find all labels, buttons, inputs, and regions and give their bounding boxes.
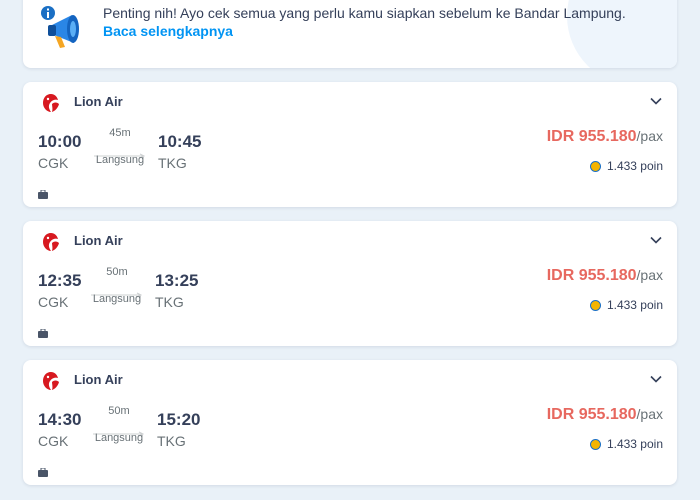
stops-label: Langsung	[92, 293, 142, 305]
coin-icon	[589, 299, 601, 311]
price-unit: /pax	[636, 267, 663, 283]
lion-air-logo-icon	[40, 370, 62, 392]
reward-points: 1.433 poin	[589, 298, 663, 312]
arrival-airport-code: TKG	[158, 155, 187, 171]
price: IDR 955.180/pax	[547, 128, 663, 146]
arrival-airport-code: TKG	[155, 294, 184, 310]
flight-card[interactable]: Lion Air 10:00 CGK 45m Langsung 10:45 TK…	[23, 82, 677, 207]
chevron-down-icon[interactable]	[649, 233, 663, 247]
departure-time: 12:35	[38, 271, 82, 290]
price-unit: /pax	[636, 128, 663, 144]
departure-airport-code: CGK	[38, 433, 69, 449]
points-value: 1.433 poin	[606, 159, 663, 173]
arrival-airport-code: TKG	[157, 433, 186, 449]
duration-arrow-icon	[91, 285, 143, 298]
baggage-icon	[38, 464, 48, 477]
coin-icon	[589, 438, 601, 450]
flight-duration: 45m	[109, 127, 131, 139]
departure-time: 10:00	[38, 132, 82, 151]
baggage-icon	[38, 325, 48, 338]
airline-name: Lion Air	[74, 233, 123, 248]
banner-text: Penting nih! Ayo cek semua yang perlu ka…	[103, 5, 626, 21]
lion-air-logo-icon	[40, 231, 62, 253]
price-amount: IDR 955.180	[546, 128, 637, 145]
duration-arrow-icon	[94, 146, 146, 159]
baggage-icon	[38, 186, 48, 199]
airline-name: Lion Air	[74, 94, 123, 109]
lion-air-logo-icon	[40, 92, 62, 114]
info-banner: Penting nih! Ayo cek semua yang perlu ka…	[23, 0, 677, 68]
price-amount: IDR 955.180	[546, 406, 637, 423]
price-amount: IDR 955.180	[546, 267, 637, 284]
airline-name: Lion Air	[74, 372, 123, 387]
points-value: 1.433 poin	[606, 437, 663, 451]
read-more-link[interactable]: Baca selengkapnya	[103, 23, 233, 39]
arrival-time: 10:45	[158, 132, 202, 151]
price: IDR 955.180/pax	[547, 406, 663, 424]
departure-time: 14:30	[38, 410, 82, 429]
flight-duration: 50m	[106, 266, 128, 278]
arrival-time: 15:20	[157, 410, 201, 429]
price: IDR 955.180/pax	[547, 267, 663, 285]
price-unit: /pax	[636, 406, 663, 422]
coin-icon	[589, 160, 601, 172]
chevron-down-icon[interactable]	[649, 372, 663, 386]
duration-arrow-icon	[93, 424, 145, 437]
reward-points: 1.433 poin	[589, 437, 663, 451]
megaphone-info-icon	[38, 3, 86, 51]
reward-points: 1.433 poin	[589, 159, 663, 173]
departure-airport-code: CGK	[38, 294, 69, 310]
flight-duration: 50m	[108, 405, 130, 417]
stops-label: Langsung	[94, 432, 144, 444]
departure-airport-code: CGK	[38, 155, 69, 171]
stops-label: Langsung	[95, 154, 145, 166]
flight-card[interactable]: Lion Air 12:35 CGK 50m Langsung 13:25 TK…	[23, 221, 677, 346]
points-value: 1.433 poin	[606, 298, 663, 312]
arrival-time: 13:25	[155, 271, 199, 290]
chevron-down-icon[interactable]	[649, 94, 663, 108]
flight-card[interactable]: Lion Air 14:30 CGK 50m Langsung 15:20 TK…	[23, 360, 677, 485]
